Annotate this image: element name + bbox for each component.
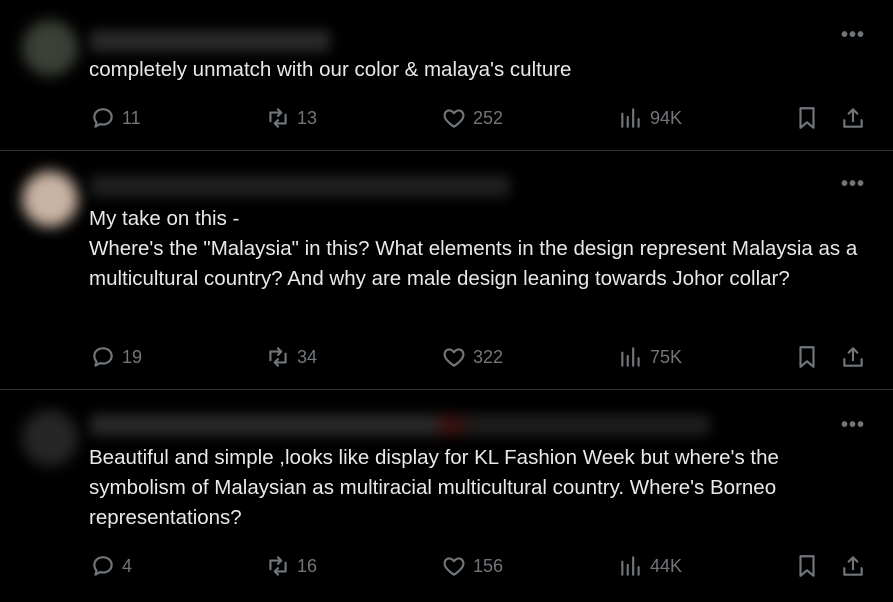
reply-icon [93,347,113,367]
views-count: 75K [650,346,683,367]
reply-icon [93,556,113,576]
share-button[interactable] [840,342,866,372]
reply-button[interactable]: 11 [90,103,141,133]
heart-icon [443,109,465,128]
reply-count: 19 [122,346,143,367]
repost-count: 34 [297,346,318,367]
repost-icon [269,108,287,128]
heart-icon [443,348,465,367]
share-button[interactable] [840,551,866,581]
post-text: Beautiful and simple ,looks like display… [89,446,779,529]
post[interactable]: ••• Beautiful and simple ,looks like dis… [0,389,893,602]
bookmark-button[interactable] [794,103,820,133]
post-text: completely unmatch with our color & mala… [89,58,572,81]
repost-icon [269,556,287,576]
repost-icon [269,347,287,367]
views-count: 44K [650,555,683,576]
author-header-blurred [90,30,330,52]
views-icon [621,347,640,367]
views-button[interactable]: 75K [618,342,682,372]
author-header-blurred [90,414,710,436]
repost-button[interactable]: 13 [265,103,317,133]
bookmark-icon [799,346,815,368]
reply-count: 4 [122,555,133,576]
heart-icon [443,557,465,576]
avatar[interactable] [22,410,78,466]
repost-button[interactable]: 16 [265,551,317,581]
avatar[interactable] [22,20,78,76]
bookmark-button[interactable] [794,551,820,581]
post-actions: 19 34 322 75K [0,342,893,372]
more-icon[interactable]: ••• [841,174,865,194]
post[interactable]: ••• completely unmatch with our color & … [0,0,893,151]
like-count: 322 [473,346,504,367]
like-count: 252 [473,107,504,128]
reply-icon [93,108,113,128]
share-button[interactable] [840,103,866,133]
views-count: 94K [650,107,683,128]
avatar[interactable] [22,171,78,227]
repost-count: 16 [297,555,318,576]
post-text: My take on this - Where's the "Malaysia"… [89,207,858,290]
views-button[interactable]: 44K [618,551,682,581]
share-icon [843,347,863,367]
like-count: 156 [473,555,504,576]
post-actions: 4 16 156 44K [0,551,893,581]
views-icon [621,556,640,576]
share-icon [843,556,863,576]
author-header-blurred [90,175,510,197]
repost-button[interactable]: 34 [265,342,317,372]
like-button[interactable]: 252 [441,103,503,133]
bookmark-icon [799,107,815,129]
reply-button[interactable]: 4 [90,551,132,581]
more-icon[interactable]: ••• [841,415,865,435]
repost-count: 13 [297,107,318,128]
views-icon [621,108,640,128]
like-button[interactable]: 156 [441,551,503,581]
share-icon [843,108,863,128]
post-actions: 11 13 252 94K [0,103,893,133]
reply-button[interactable]: 19 [90,342,142,372]
like-button[interactable]: 322 [441,342,503,372]
post[interactable]: ••• My take on this - Where's the "Malay… [0,150,893,390]
bookmark-icon [799,555,815,577]
reply-count: 11 [122,107,141,128]
views-button[interactable]: 94K [618,103,682,133]
bookmark-button[interactable] [794,342,820,372]
more-icon[interactable]: ••• [841,25,865,45]
